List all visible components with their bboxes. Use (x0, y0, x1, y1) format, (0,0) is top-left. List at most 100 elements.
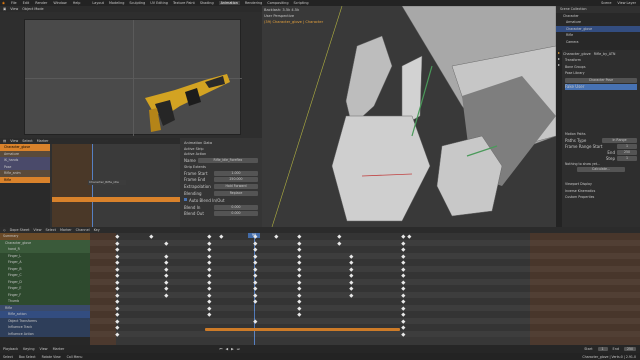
ds-channel-menu[interactable]: Channel (76, 228, 90, 232)
frame-start-row: Frame Start 1.000 (184, 171, 258, 176)
nla-track-list: Character_glove Armature IK_hands Pose R… (0, 144, 50, 227)
viewport-3d[interactable]: Backlash: 3.5k 4.5k User Perspective (39… (262, 6, 556, 227)
outliner-item[interactable]: Camera (556, 39, 640, 46)
menu-render[interactable]: Render (35, 1, 47, 5)
blending-row: Blending Replace (184, 191, 258, 196)
auto-blend-row: Auto Blend In/Out (184, 198, 258, 203)
auto-blend-checkbox[interactable] (184, 198, 187, 201)
extrapolation-row: Extrapolation Hold Forward (184, 184, 258, 189)
timeline-view-menu[interactable]: View (40, 347, 48, 351)
nla-marker-menu[interactable]: Marker (37, 139, 49, 143)
blending-dropdown[interactable]: Replace (214, 191, 258, 196)
ds-select-menu[interactable]: Select (45, 228, 55, 232)
end-frame-field[interactable]: 250 (624, 347, 636, 351)
start-label: Start (584, 347, 593, 351)
dopesheet-mode-dropdown[interactable]: Dope Sheet (10, 228, 30, 232)
tab-uv-editing[interactable]: UV Editing (150, 1, 168, 5)
frame-range-start-label: Frame Range Start (565, 144, 603, 149)
scene-selector[interactable]: Scene (601, 1, 611, 5)
status-box-select: Box Select (18, 354, 36, 359)
object-name[interactable]: Character_glove (563, 52, 591, 56)
menu-help[interactable]: Help (73, 1, 81, 5)
character-pose-field[interactable]: Character Pose (565, 77, 637, 83)
frame-range-end-field[interactable]: 250 (617, 150, 637, 155)
nothing-to-show-label: Nothing to show yet... (565, 162, 601, 166)
nla-strip[interactable]: Character_Rifle_idle (88, 180, 126, 185)
nla-select-menu[interactable]: Select (22, 139, 32, 143)
outliner[interactable]: Scene Collection Character Armature Char… (556, 6, 640, 50)
properties-tabs: ▸ ▸ ▸ (556, 50, 562, 227)
playback-controls[interactable]: ⏮ ◀ ▶ ⏭ (219, 347, 241, 351)
ds-key-menu[interactable]: Key (94, 228, 100, 232)
status-version: Character_glove | Verts:0 | 2.91.0 (582, 354, 636, 359)
status-rotate-view: Rotate View (41, 354, 61, 359)
blending-label: Blending (184, 191, 202, 196)
nla-editor-type-icon[interactable]: ▤ (3, 139, 6, 143)
rifle-render (145, 74, 230, 132)
status-select: Select (3, 354, 13, 359)
tab-scripting[interactable]: Scripting (294, 1, 309, 5)
object-tab-name[interactable]: Rifle_by_ATN (594, 52, 616, 56)
extrapolation-dropdown[interactable]: Hold Forward (214, 184, 258, 189)
active-strip-label[interactable]: Active Strip (184, 147, 260, 151)
object-mode-dropdown[interactable]: Object Mode (22, 7, 43, 11)
blend-out-row: Blend Out 0.000 (184, 211, 258, 216)
ds-view-menu[interactable]: View (33, 228, 41, 232)
dopesheet-key-area[interactable]: 90 (90, 233, 640, 345)
blend-in-field[interactable]: 0.000 (214, 205, 258, 210)
frame-end-field[interactable]: 250.000 (214, 177, 258, 182)
blender-logo-icon[interactable]: ◉ (2, 1, 5, 5)
frame-end-row: Frame End 250.000 (184, 177, 258, 182)
properties-editor[interactable]: ▸ ▸ ▸ Character_glove Rifle_by_ATN Trans… (556, 50, 640, 227)
menu-edit[interactable]: Edit (23, 1, 30, 5)
timeline-marker-menu[interactable]: Marker (53, 347, 65, 351)
extrapolation-label: Extrapolation (184, 184, 211, 189)
menu-window[interactable]: Window (53, 1, 66, 5)
nla-view-menu[interactable]: View (10, 139, 18, 143)
dopesheet-editor[interactable]: ◇ Dope Sheet View Select Marker Channel … (0, 227, 640, 345)
name-field-row: Name Rifle_Idle_Foreflex (184, 158, 258, 163)
paths-type-label: Paths Type (565, 138, 587, 143)
playback-menu[interactable]: Playback (3, 347, 18, 351)
calculate-button[interactable]: Calculate... (577, 167, 625, 172)
tab-texture-paint[interactable]: Texture Paint (173, 1, 195, 5)
view-layer-selector[interactable]: View Layer (617, 1, 636, 5)
step-field[interactable]: 1 (617, 156, 637, 161)
nla-track-row[interactable]: Rifle (0, 176, 50, 183)
nla-playhead[interactable] (92, 144, 93, 227)
timeline-bar: Playback Keying View Marker ⏮ ◀ ▶ ⏭ Star… (0, 345, 640, 353)
name-field[interactable]: Rifle_Idle_Foreflex (197, 158, 258, 163)
section-pose-library[interactable]: Pose Library (563, 70, 639, 77)
view-menu[interactable]: View (10, 7, 18, 11)
nla-strip-area[interactable]: Character_Rifle_idle (52, 144, 180, 227)
tab-layout[interactable]: Layout (92, 1, 104, 5)
workspace-tabs: Layout Modeling Sculpting UV Editing Tex… (92, 1, 309, 5)
dopesheet-row-band (90, 331, 640, 338)
tab-shading[interactable]: Shading (200, 1, 214, 5)
dopesheet-editor-type-icon[interactable]: ◇ (3, 228, 6, 232)
tab-rendering[interactable]: Rendering (245, 1, 262, 5)
pose-list-selected[interactable]: Fake User (565, 83, 637, 90)
blend-out-field[interactable]: 0.000 (214, 211, 258, 216)
tab-compositing[interactable]: Compositing (267, 1, 288, 5)
section-custom-properties[interactable]: Custom Properties (563, 194, 639, 201)
keying-menu[interactable]: Keying (23, 347, 34, 351)
camera-viewport[interactable]: ▣ View Object Mode (0, 6, 262, 138)
start-frame-field[interactable]: 1 (597, 347, 608, 351)
frame-range-start-field[interactable]: 1 (617, 144, 637, 149)
blend-in-label: Blend In (184, 205, 201, 210)
editor-type-icon[interactable]: ▣ (3, 7, 6, 11)
paths-type-dropdown[interactable]: In Range (602, 138, 637, 143)
tab-modeling[interactable]: Modeling (109, 1, 124, 5)
physics-tab-icon[interactable]: ▸ (556, 62, 562, 68)
dopesheet-channel-row[interactable]: Influence Action (0, 330, 90, 337)
tab-sculpting[interactable]: Sculpting (129, 1, 145, 5)
ds-marker-menu[interactable]: Marker (60, 228, 72, 232)
frame-start-field[interactable]: 1.000 (214, 171, 258, 176)
nla-editor[interactable]: ▤ View Select Marker Character_glove Arm… (0, 138, 180, 227)
tab-animation[interactable]: Animation (218, 1, 240, 5)
menu-file[interactable]: File (11, 1, 17, 5)
section-motion-paths[interactable]: Motion Paths (563, 131, 639, 138)
nla-active-strip[interactable] (52, 197, 180, 202)
active-action-label[interactable]: Active Action (184, 152, 260, 156)
